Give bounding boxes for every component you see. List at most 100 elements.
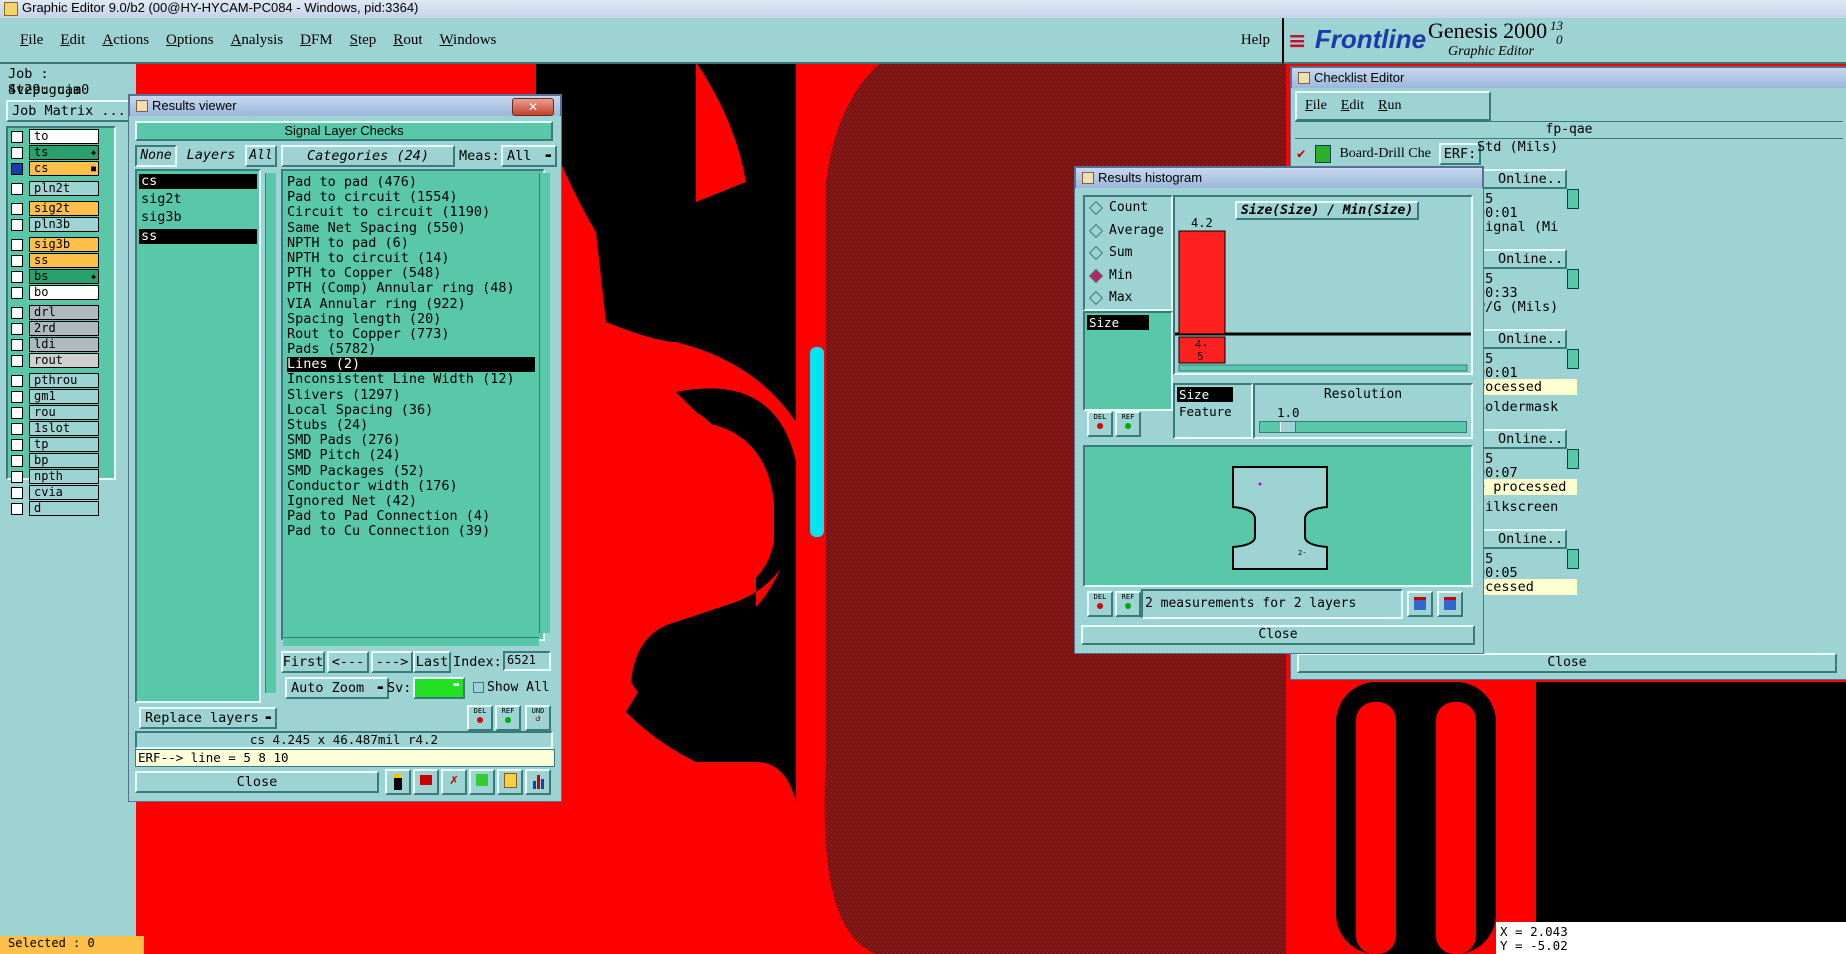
layer-name[interactable]: ss	[29, 253, 99, 268]
layer-name[interactable]: sig2t	[29, 201, 99, 216]
category-item[interactable]: Slivers (1297)	[287, 387, 543, 403]
layer-name[interactable]: pln2t	[29, 181, 99, 196]
layer-row[interactable]: 2rd	[8, 321, 114, 336]
checklist-titlebar[interactable]: Checklist Editor	[1291, 67, 1846, 88]
histogram-close-button[interactable]: Close	[1081, 625, 1475, 645]
resolution-slider[interactable]	[1259, 421, 1467, 433]
layer-checkbox[interactable]	[11, 374, 23, 387]
last-button[interactable]: Last	[413, 651, 451, 673]
prev-button[interactable]: <---	[327, 651, 369, 673]
layer-row[interactable]: 1slot	[8, 421, 114, 436]
layer-row[interactable]: sig3b	[8, 237, 114, 252]
layer-checkbox[interactable]	[11, 254, 23, 267]
menu-step[interactable]: Step	[350, 32, 377, 48]
layer-checkbox[interactable]	[11, 130, 23, 143]
category-item[interactable]: Conductor width (176)	[287, 478, 543, 494]
layer-row[interactable]: bo	[8, 285, 114, 300]
layer-row[interactable]: drl	[8, 305, 114, 320]
status-icon[interactable]	[1567, 549, 1579, 569]
layer-checkbox[interactable]	[11, 502, 23, 515]
none-button[interactable]: None	[135, 145, 177, 167]
layer-name[interactable]: d	[29, 501, 99, 516]
del-button[interactable]: DEL	[467, 705, 493, 731]
meas-dropdown[interactable]: All ▬	[501, 145, 557, 167]
ref-button[interactable]: REF	[495, 705, 521, 731]
category-item[interactable]: Pads (5782)	[287, 341, 543, 357]
layer-checkbox[interactable]	[11, 422, 23, 435]
layer-name[interactable]: to	[29, 129, 99, 144]
job-matrix-button[interactable]: Job Matrix ...	[6, 100, 134, 122]
filter-icon[interactable]	[469, 769, 495, 795]
layer-checkbox[interactable]	[11, 486, 23, 499]
layer-row[interactable]: bp	[8, 453, 114, 468]
layer-name[interactable]: ldi	[29, 337, 99, 352]
online-button[interactable]: Online..	[1477, 529, 1567, 549]
online-button[interactable]: Online..	[1477, 329, 1567, 349]
screenshot-icon[interactable]	[413, 769, 439, 795]
category-scrollbar[interactable]	[539, 173, 550, 633]
categories-button[interactable]: Categories (24)	[281, 145, 455, 167]
category-item[interactable]: PTH to Copper (548)	[287, 265, 543, 281]
layer-name[interactable]: rout	[29, 353, 99, 368]
category-item[interactable]: NPTH to pad (6)	[287, 235, 543, 251]
layer-checkbox[interactable]	[11, 470, 23, 483]
index-input[interactable]: 6521	[503, 651, 551, 671]
layer-name[interactable]: rou	[29, 405, 99, 420]
chart-icon[interactable]	[525, 769, 551, 795]
radio-icon[interactable]	[1088, 223, 1104, 238]
category-item[interactable]: Rout to Copper (773)	[287, 326, 543, 342]
online-button[interactable]: Online..	[1477, 429, 1567, 449]
layer-name[interactable]: bp	[29, 453, 99, 468]
layer-row[interactable]: tp	[8, 437, 114, 452]
online-button[interactable]: Online..	[1477, 249, 1567, 269]
result-layer-item[interactable]: sig2t	[139, 191, 257, 207]
layer-name[interactable]: bo	[29, 285, 99, 300]
layer-name[interactable]: cvia	[29, 485, 99, 500]
layer-row[interactable]: d	[8, 501, 114, 516]
layer-list-scrollbar[interactable]	[265, 173, 276, 693]
layer-row[interactable]: npth	[8, 469, 114, 484]
category-item[interactable]: Same Net Spacing (550)	[287, 220, 543, 236]
layer-name[interactable]: npth	[29, 469, 99, 484]
layer-name[interactable]: drl	[29, 305, 99, 320]
hist-del-button-2[interactable]: DEL	[1087, 591, 1113, 617]
report-icon[interactable]	[497, 769, 523, 795]
help-menu[interactable]: Help	[1241, 32, 1270, 49]
layer-checkbox[interactable]	[11, 454, 23, 467]
layer-row[interactable]: rout	[8, 353, 114, 368]
result-layer-list[interactable]: cs sig2t sig3b ss	[135, 169, 261, 703]
category-item[interactable]: SMD Pitch (24)	[287, 448, 543, 463]
next-button[interactable]: --->	[371, 651, 413, 673]
stat-option-min[interactable]: Min	[1085, 265, 1171, 288]
size-item[interactable]: Size	[1177, 387, 1233, 402]
layer-checkbox[interactable]	[11, 146, 23, 159]
layer-row[interactable]: cs ■	[8, 161, 114, 176]
result-layer-item[interactable]: sig3b	[139, 210, 257, 225]
menu-actions[interactable]: Actions	[102, 32, 149, 48]
layer-name[interactable]: sig3b	[29, 237, 99, 252]
layer-row[interactable]: pln2t	[8, 181, 114, 196]
check-icon[interactable]: ✔	[1297, 146, 1305, 162]
layer-icon[interactable]	[1407, 591, 1433, 617]
menu-rout[interactable]: Rout	[393, 32, 422, 48]
result-layer-item[interactable]: cs	[139, 173, 257, 190]
layer-checkbox[interactable]	[11, 354, 23, 367]
undo-button[interactable]: UND ↺	[525, 705, 551, 731]
category-item[interactable]: Pad to Cu Connection (39)	[287, 524, 543, 539]
layer-row[interactable]: gm1	[8, 389, 114, 404]
category-hscrollbar[interactable]	[283, 637, 539, 646]
highlight-icon[interactable]	[385, 769, 411, 795]
feature-item[interactable]: Feature	[1177, 404, 1249, 419]
radio-icon[interactable]	[1088, 246, 1104, 261]
menu-dfm[interactable]: DFM	[300, 32, 333, 48]
online-button[interactable]: Online..	[1477, 169, 1567, 189]
category-list[interactable]: Pad to pad (476) Pad to circuit (1554) Cir…	[281, 169, 545, 641]
layer-name[interactable]: pthrou	[29, 373, 99, 388]
checklist-close-button[interactable]: Close	[1297, 653, 1837, 673]
layer-row[interactable]: ts ◆	[8, 145, 114, 160]
checklist-menu-file[interactable]: File	[1305, 98, 1327, 113]
category-item[interactable]: NPTH to circuit (14)	[287, 250, 543, 266]
layer-checkbox[interactable]	[11, 306, 23, 319]
layer-row[interactable]: ldi	[8, 337, 114, 352]
hist-ref-button[interactable]: REF	[1115, 411, 1141, 437]
